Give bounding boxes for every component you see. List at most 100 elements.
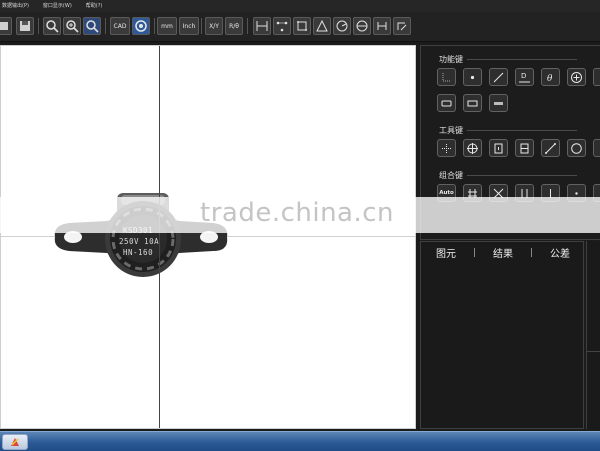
camera-button[interactable] <box>132 17 150 35</box>
folder-icon <box>0 22 8 30</box>
more-function-button[interactable] <box>593 68 600 86</box>
circle-diameter-icon <box>356 20 368 32</box>
tool-keys-title: 工具键 <box>439 126 463 135</box>
measure-angle-button[interactable] <box>313 17 331 35</box>
open-button[interactable] <box>0 17 12 35</box>
measure-points-button[interactable] <box>273 17 291 35</box>
box-button[interactable] <box>489 139 508 157</box>
cad-button[interactable]: CAD <box>110 17 130 35</box>
menu-window[interactable]: 窗口显示(W) <box>43 0 72 12</box>
measurement-view[interactable]: KSD301 250V 10A HN-160 <box>0 45 416 429</box>
zoom-in-button[interactable] <box>63 17 81 35</box>
measure-corner-button[interactable] <box>393 17 411 35</box>
rect-button[interactable] <box>437 94 456 112</box>
cad-label: CAD <box>113 22 127 30</box>
point-icon <box>442 72 451 81</box>
target-icon <box>467 142 478 154</box>
split-button[interactable] <box>515 139 534 157</box>
toolbar-divider <box>38 18 39 34</box>
section-divider <box>467 175 577 176</box>
more-tool-button[interactable] <box>593 139 600 157</box>
zoom-fit-button[interactable] <box>83 17 101 35</box>
line-button[interactable] <box>489 68 508 86</box>
tab-results[interactable]: 结果 <box>493 245 513 260</box>
part-marking-rating: 250V 10A <box>119 237 160 246</box>
point-button[interactable] <box>437 68 456 86</box>
save-button[interactable] <box>16 17 34 35</box>
tab-divider <box>531 247 532 257</box>
toolbar-divider <box>201 18 202 34</box>
add-button[interactable] <box>567 68 586 86</box>
auto-label: Auto <box>439 190 454 196</box>
tab-elements[interactable]: 图元 <box>436 245 456 260</box>
results-tabs: 图元 结果 公差 <box>421 244 585 260</box>
combo-keys-title: 组合键 <box>439 171 463 180</box>
function-keys-title: 功能键 <box>439 55 463 64</box>
corner-icon <box>397 22 407 31</box>
polar-coord-button[interactable]: R/θ <box>225 17 243 35</box>
tab-tolerance[interactable]: 公差 <box>550 245 570 260</box>
save-icon <box>20 21 30 31</box>
diagonal-button[interactable] <box>541 139 560 157</box>
angle-button[interactable]: θ <box>541 68 560 86</box>
measure-span-button[interactable] <box>373 17 391 35</box>
grid-button[interactable] <box>437 139 456 157</box>
inch-label: Inch <box>182 22 196 30</box>
toolbar-divider <box>247 18 248 34</box>
circle-icon <box>571 142 582 154</box>
menu-help[interactable]: 帮助(?) <box>86 0 103 12</box>
measure-diameter-button[interactable] <box>353 17 371 35</box>
distance-icon: D <box>519 72 530 82</box>
grid-icon <box>442 143 451 153</box>
control-panel: 功能键 D θ 工具键 组合键 Auto 图元 结果 公差 <box>418 45 600 429</box>
taskbar <box>0 431 600 451</box>
unit-inch-button[interactable]: Inch <box>179 17 199 35</box>
bar-button[interactable] <box>489 94 508 112</box>
points-icon <box>276 21 288 32</box>
diagonal-icon <box>545 142 556 154</box>
span-icon <box>377 22 387 30</box>
dot-button[interactable] <box>463 68 482 86</box>
unit-mm-button[interactable]: mm <box>157 17 177 35</box>
zoom-button[interactable] <box>43 17 61 35</box>
toolbar-divider <box>154 18 155 34</box>
menu-data-output[interactable]: 数据输出(P) <box>2 0 29 12</box>
target-button[interactable] <box>463 139 482 157</box>
measure-radius-button[interactable] <box>333 17 351 35</box>
tool-keys-section: 工具键 <box>439 125 577 136</box>
watermark: trade.china.cn <box>200 198 395 228</box>
section-divider <box>467 130 577 131</box>
circle-radius-icon <box>336 20 348 32</box>
camera-icon <box>135 20 147 32</box>
start-button[interactable] <box>2 434 28 450</box>
box-measure-icon <box>297 21 307 31</box>
measure-width-button[interactable] <box>253 17 271 35</box>
plus-circle-icon <box>571 71 582 83</box>
function-keys-section: 功能键 <box>439 54 577 65</box>
xy-coord-button[interactable]: X/Y <box>205 17 223 35</box>
results-pane: 图元 结果 公差 <box>420 241 584 429</box>
distance-button[interactable]: D <box>515 68 534 86</box>
svg-text:θ: θ <box>547 74 553 84</box>
menu-bar: 数据输出(P) 窗口显示(W) 帮助(?) <box>0 0 600 12</box>
slot-icon <box>467 100 478 106</box>
toolbar: CAD mm Inch X/Y R/θ <box>0 12 600 42</box>
bar-icon <box>494 101 503 105</box>
crosshair-vertical <box>159 46 160 428</box>
xy-label: X/Y <box>209 22 219 30</box>
circle-button[interactable] <box>567 139 586 157</box>
angle-icon: θ <box>547 74 553 84</box>
mm-label: mm <box>161 22 173 30</box>
zoom-in-icon <box>66 20 79 33</box>
combo-keys-section: 组合键 <box>439 170 577 181</box>
tab-divider <box>474 247 475 257</box>
triangle-icon <box>316 19 328 32</box>
side-pane <box>586 241 600 429</box>
box-icon <box>494 143 503 153</box>
magnifier-icon <box>46 20 59 33</box>
slot-button[interactable] <box>463 94 482 112</box>
line-icon <box>493 72 504 82</box>
dot-icon <box>470 75 475 79</box>
measure-box-button[interactable] <box>293 17 311 35</box>
ro-label: R/θ <box>229 22 239 30</box>
